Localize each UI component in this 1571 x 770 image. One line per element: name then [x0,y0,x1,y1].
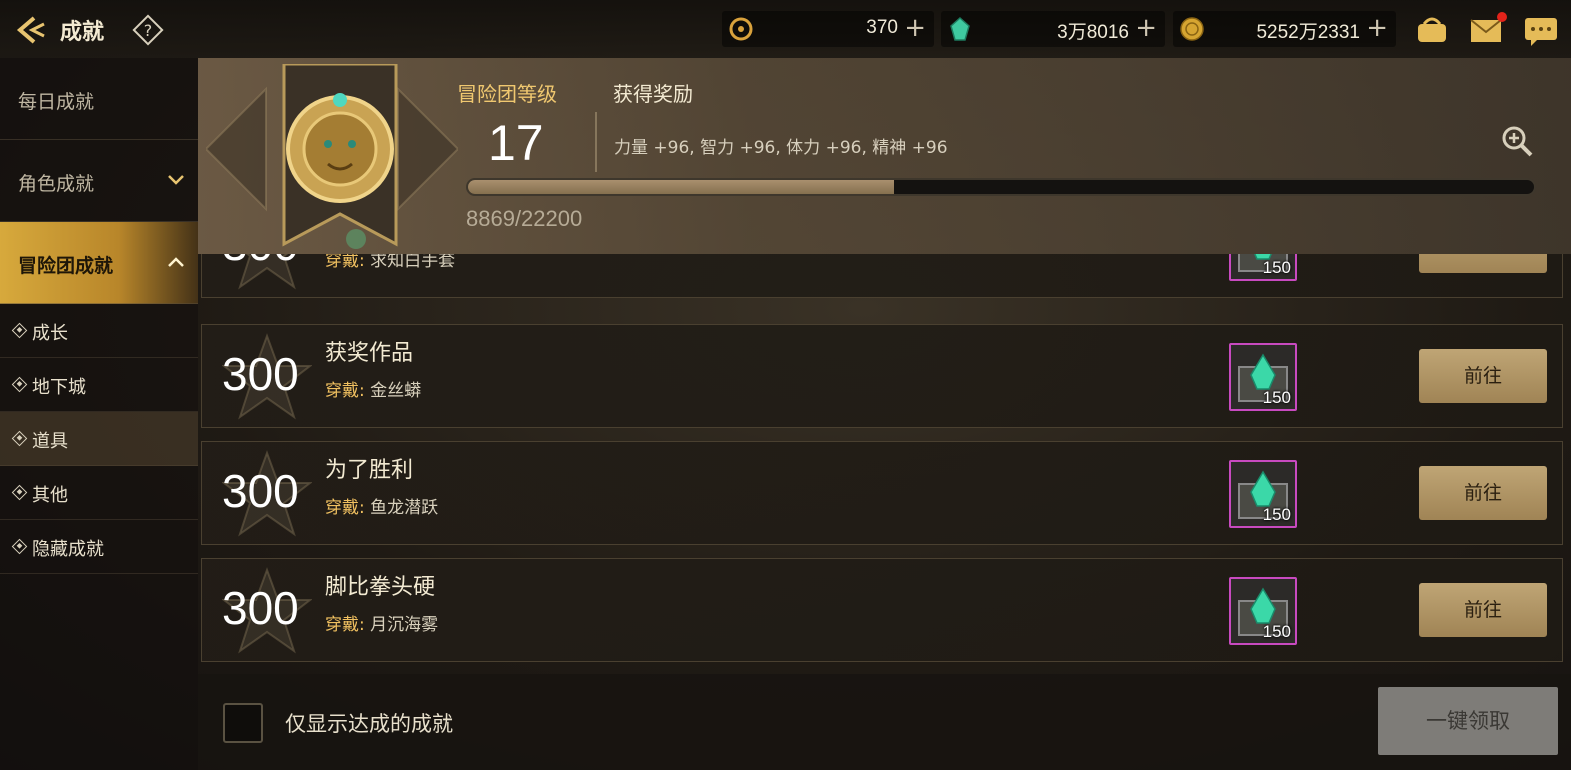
currency-gem: 3万8016 + [941,11,1165,47]
sidebar-sub-label: 成长 [32,323,68,344]
divider [595,112,597,172]
sidebar: 每日成就 角色成就 冒险团成就 成长 地下城 道具 其他 隐藏成就 [0,58,198,770]
page-title: 成就 [60,20,105,45]
currency-value: 370 [866,17,898,38]
claim-all-button[interactable]: 一键领取 [1378,687,1558,755]
bag-icon[interactable] [1412,10,1452,50]
currency-gold: 5252万2331 + [1173,11,1396,47]
back-arrow-icon[interactable] [10,10,50,50]
level-progress-text: 8869/22200 [466,206,583,231]
reward-count: 150 [1262,505,1291,524]
sidebar-item-character[interactable]: 角色成就 [0,140,198,222]
only-completed-label: 仅显示达成的成就 [285,712,453,736]
diamond-bullet-icon [11,484,28,501]
achievement-row: 300 穿戴: 求知白手套 150 前往 [201,254,1563,298]
reward-item[interactable]: 150 [1229,460,1297,528]
go-button[interactable]: 前往 [1419,349,1547,403]
add-currency-button[interactable]: + [1135,13,1157,43]
currency-value: 3万8016 [1057,22,1129,43]
help-icon[interactable]: ? [132,14,164,46]
zoom-in-icon[interactable] [1500,124,1534,158]
reward-item[interactable]: 150 [1229,343,1297,411]
achievement-wear: 穿戴: 月沉海雾 [325,615,439,635]
sidebar-item-label: 每日成就 [18,91,95,113]
reward-stats: 力量 +96, 智力 +96, 体力 +96, 精神 +96 [614,138,948,158]
adventure-level-label: 冒险团等级 [457,82,557,106]
lion-emblem-icon [206,64,458,249]
sidebar-item-label: 冒险团成就 [18,255,114,277]
achievement-points: 300 [222,465,299,517]
adventure-level-value: 17 [488,115,544,171]
reward-item[interactable]: 150 [1229,254,1297,281]
achievement-name: 获奖作品 [325,341,414,366]
green-gem-icon [950,16,970,41]
achievement-row: 300 为了胜利 穿戴: 鱼龙潜跃 150 前往 [201,441,1563,545]
achievement-wear: 穿戴: 鱼龙潜跃 [325,498,439,518]
diamond-bullet-icon [11,430,28,447]
achievement-points: 300 [222,348,299,400]
go-button[interactable]: 前往 [1419,583,1547,637]
achievement-wear: 穿戴: 求知白手套 [325,254,456,271]
achievement-wear: 穿戴: 金丝蟒 [325,381,422,401]
reward-count: 150 [1262,388,1291,407]
reward-label: 获得奖励 [613,82,693,106]
sidebar-sub-other[interactable]: 其他 [0,466,198,520]
chevron-down-icon [168,175,184,185]
go-button[interactable]: 前往 [1419,466,1547,520]
mail-icon[interactable] [1467,10,1507,50]
sidebar-sub-items[interactable]: 道具 [0,412,198,466]
svg-text:?: ? [144,21,153,40]
level-progress-fill [468,180,894,194]
sidebar-sub-label: 隐藏成就 [32,539,104,560]
add-currency-button[interactable]: + [1366,13,1388,43]
diamond-bullet-icon [11,376,28,393]
sidebar-sub-growth[interactable]: 成长 [0,304,198,358]
fatigue-coin-icon [729,17,753,41]
sidebar-item-label: 角色成就 [18,173,95,195]
only-completed-checkbox[interactable] [223,703,263,743]
achievement-list[interactable]: 300 穿戴: 求知白手套 150 前往 300 获奖作品 穿戴: 金丝蟒 15… [198,254,1571,674]
reward-count: 150 [1262,622,1291,641]
chat-icon[interactable] [1521,10,1561,50]
sidebar-sub-dungeon[interactable]: 地下城 [0,358,198,412]
sidebar-sub-label: 其他 [32,485,68,506]
reward-item[interactable]: 150 [1229,577,1297,645]
sidebar-item-daily[interactable]: 每日成就 [0,58,198,140]
sidebar-sub-label: 地下城 [32,377,86,398]
achievement-name: 脚比拳头硬 [325,575,436,600]
sidebar-sub-label: 道具 [32,431,68,452]
go-button[interactable]: 前往 [1419,254,1547,273]
achievement-points: 300 [222,254,299,271]
chevron-up-icon [168,257,184,267]
level-progress-bar [466,178,1536,196]
achievement-points: 300 [222,582,299,634]
gold-coin-icon [1180,17,1204,41]
achievement-row: 300 脚比拳头硬 穿戴: 月沉海雾 150 前往 [201,558,1563,662]
achievement-name: 为了胜利 [325,458,414,483]
reward-count: 150 [1262,258,1291,277]
currency-fatigue: 370 + [722,11,934,47]
add-currency-button[interactable]: + [904,13,926,43]
achievement-row: 300 获奖作品 穿戴: 金丝蟒 150 前往 [201,324,1563,428]
sidebar-item-adventure[interactable]: 冒险团成就 [0,222,198,304]
currency-value: 5252万2331 [1256,22,1360,43]
diamond-bullet-icon [11,538,28,555]
diamond-bullet-icon [11,322,28,339]
sidebar-sub-hidden[interactable]: 隐藏成就 [0,520,198,574]
